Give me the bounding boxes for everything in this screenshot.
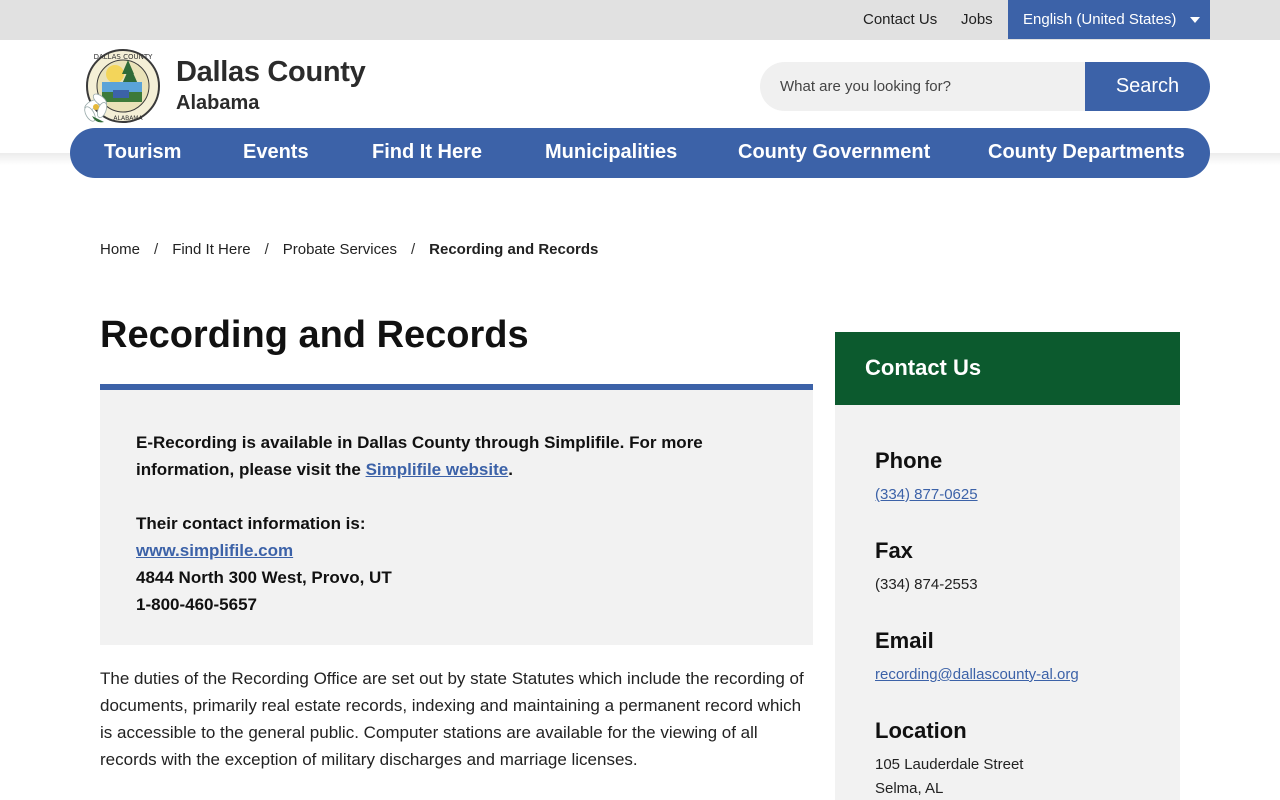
chevron-down-icon — [1190, 17, 1200, 23]
breadcrumb: Home / Find It Here / Probate Services / Recor… — [100, 241, 598, 258]
breadcrumb-separator: / — [264, 241, 269, 258]
contact-phone-link[interactable]: (334) 877-0625 — [875, 486, 978, 503]
breadcrumb-probate-services[interactable]: Probate Services — [283, 241, 397, 258]
contact-street: 105 Lauderdale Street — [875, 756, 1024, 773]
search-button[interactable]: Search — [1085, 62, 1210, 111]
breadcrumb-home[interactable]: Home — [100, 241, 140, 258]
info-phone: 1-800-460-5657 — [136, 595, 257, 614]
search-input[interactable] — [760, 62, 1090, 111]
contact-phone-label: Phone — [875, 448, 943, 473]
info-contact-heading: Their contact information is: — [136, 514, 366, 533]
info-address: 4844 North 300 West, Provo, UT — [136, 568, 392, 587]
site-subtitle: Alabama — [176, 92, 260, 114]
breadcrumb-separator: / — [410, 241, 416, 258]
contact-email-label: Email — [875, 628, 934, 653]
contact-city: Selma, AL — [875, 780, 944, 797]
breadcrumb-find-it-here[interactable]: Find It Here — [172, 241, 250, 258]
contact-location-label: Location — [875, 718, 967, 743]
county-seal-icon[interactable]: DALLAS COUNTY ALABAMA — [78, 48, 164, 126]
nav-item-tourism[interactable]: Tourism — [104, 141, 181, 164]
simplifile-url-link[interactable]: www.simplifile.com — [136, 541, 293, 560]
site-title[interactable]: Dallas County — [176, 56, 366, 89]
main-nav: Tourism Events Find It Here Municipaliti… — [70, 128, 1210, 178]
page-title: Recording and Records — [100, 314, 529, 356]
contact-email: recording@dallascounty-al.org — [875, 666, 1079, 683]
svg-text:ALABAMA: ALABAMA — [113, 115, 143, 122]
language-select-label: English (United States) — [1023, 11, 1177, 28]
simplifile-website-link[interactable]: Simplifile website — [366, 460, 509, 479]
info-box: E-Recording is available in Dallas Count… — [100, 384, 813, 645]
nav-item-find-it-here[interactable]: Find It Here — [372, 141, 482, 164]
info-intro: E-Recording is available in Dallas Count… — [136, 429, 736, 483]
language-select[interactable]: English (United States) — [1008, 0, 1210, 39]
contact-phone: (334) 877-0625 — [875, 486, 978, 503]
nav-item-county-government[interactable]: County Government — [738, 141, 930, 164]
breadcrumb-current: Recording and Records — [429, 241, 599, 258]
nav-item-events[interactable]: Events — [243, 141, 309, 164]
contact-fax: (334) 874-2553 — [875, 576, 978, 593]
contact-email-link[interactable]: recording@dallascounty-al.org — [875, 666, 1079, 683]
utility-jobs-link[interactable]: Jobs — [961, 11, 993, 28]
contact-header: Contact Us — [835, 332, 1180, 405]
nav-item-county-departments[interactable]: County Departments — [988, 141, 1185, 164]
body-paragraph: The duties of the Recording Office are s… — [100, 669, 804, 769]
contact-title: Contact Us — [865, 355, 982, 380]
utility-contact-link[interactable]: Contact Us — [863, 11, 937, 28]
contact-panel: Phone (334) 877-0625 Fax (334) 874-2553 … — [835, 405, 1180, 800]
utility-bar: Contact Us Jobs English (United States) — [0, 0, 1280, 40]
nav-item-municipalities[interactable]: Municipalities — [545, 141, 677, 164]
info-intro-period: . — [508, 460, 513, 479]
contact-fax-label: Fax — [875, 538, 913, 563]
breadcrumb-separator: / — [154, 241, 159, 258]
info-website: www.simplifile.com — [136, 537, 736, 564]
seal-text: DALLAS COUNTY — [94, 53, 154, 61]
